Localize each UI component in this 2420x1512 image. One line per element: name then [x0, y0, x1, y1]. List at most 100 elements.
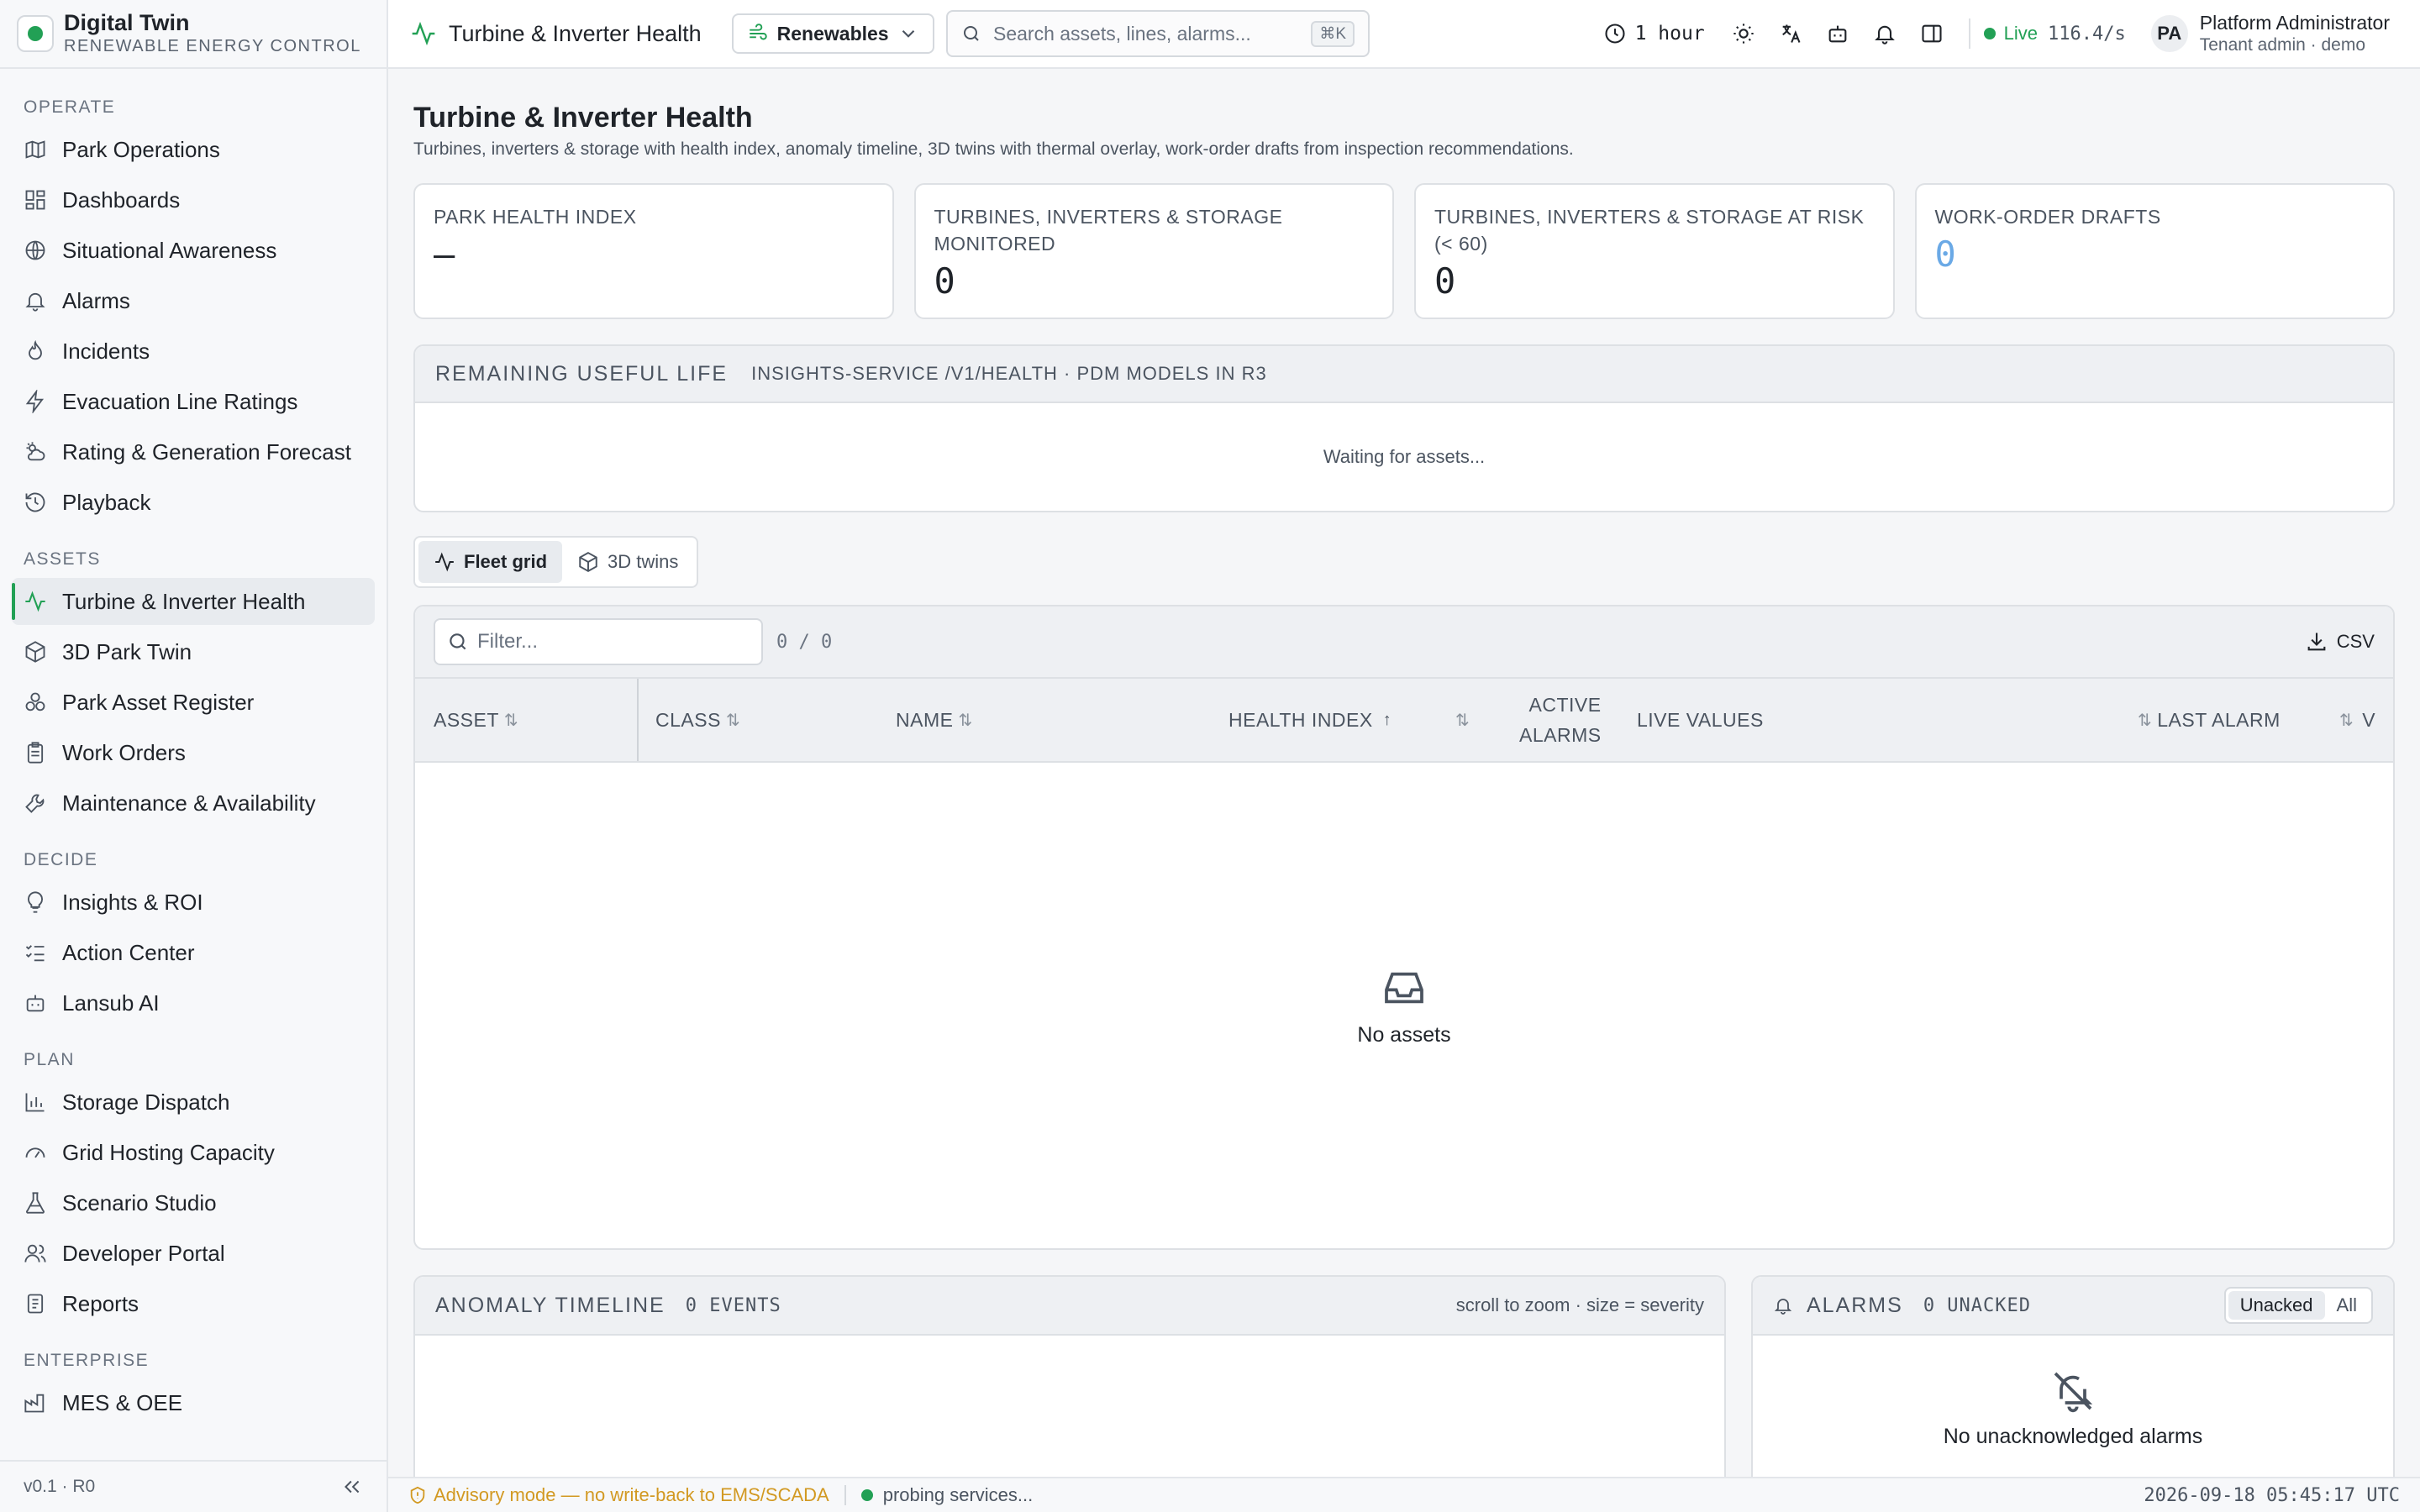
sidebar-item-dashboards[interactable]: Dashboards [12, 176, 375, 223]
sidebar-item-park-asset-register[interactable]: Park Asset Register [12, 679, 375, 726]
rul-empty-state: Waiting for assets... [1323, 446, 1486, 467]
wrench-icon [25, 794, 45, 813]
sidebar-item-alarms[interactable]: Alarms [12, 277, 375, 324]
theme-toggle[interactable] [1720, 10, 1767, 57]
sidebar-item-work-orders[interactable]: Work Orders [12, 729, 375, 776]
col-asset[interactable]: ASSET ⇅ [434, 709, 518, 732]
search-icon [964, 26, 979, 41]
sort-icon: ⇅ [958, 711, 973, 730]
csv-export-button[interactable]: CSV [2305, 630, 2375, 654]
sidebar-item-lansub-ai[interactable]: Lansub AI [12, 979, 375, 1026]
nav-section-assets: ASSETS [24, 549, 101, 569]
sidebar-item-situational-awareness[interactable]: Situational Awareness [12, 227, 375, 274]
col-live-values[interactable]: LIVE VALUES [1637, 709, 1764, 732]
sidebar-item-grid-hosting-capacity[interactable]: Grid Hosting Capacity [12, 1129, 375, 1176]
bell-icon [25, 292, 45, 312]
col-last-alarm[interactable]: ⇅ LAST ALARM [2138, 709, 2281, 732]
sidebar-nav: OPERATE Park Operations Dashboards Situa… [0, 69, 387, 1426]
nav-section-enterprise: ENTERPRISE [24, 1351, 150, 1370]
brand-logo [17, 15, 54, 52]
clipboard-icon [27, 742, 44, 764]
time-range[interactable]: 1 hour [1603, 22, 1705, 45]
search-placeholder: Search assets, lines, alarms... [993, 22, 1251, 45]
sidebar-item-mes-oee[interactable]: MES & OEE [12, 1379, 375, 1426]
domain-select[interactable]: Renewables [731, 13, 934, 54]
sidebar-item-maintenance-availability[interactable]: Maintenance & Availability [12, 780, 375, 827]
col-health-index[interactable]: HEALTH INDEX ↑ [1228, 709, 1392, 732]
sidebar-item-rating-generation-forecast[interactable]: Rating & Generation Forecast [12, 428, 375, 475]
panel-toggle[interactable] [1908, 10, 1955, 57]
sort-asc-icon: ↑ [1382, 710, 1392, 729]
tab-3d-twins[interactable]: 3D twins [562, 541, 693, 583]
bar-chart-icon [25, 1093, 45, 1112]
tab-all[interactable]: All [2325, 1291, 2369, 1320]
language-button[interactable] [1767, 10, 1814, 57]
col-active-alarms[interactable]: ACTIVE ALARMS [1519, 690, 1602, 750]
sidebar-item-incidents[interactable]: Incidents [12, 328, 375, 375]
fleet-grid-panel: Filter... 0 / 0 CSV ASSET ⇅ CLASS ⇅ NAME ⇅ … [413, 605, 2395, 1250]
brand[interactable]: Digital Twin RENEWABLE ENERGY CONTROL [0, 0, 387, 69]
download-icon [2307, 633, 2326, 651]
kpi-work-order-drafts[interactable]: WORK-ORDER DRAFTS 0 [1914, 183, 2395, 319]
panel-icon [1922, 24, 1942, 43]
sun-icon [1733, 24, 1754, 44]
sidebar-item-action-center[interactable]: Action Center [12, 929, 375, 976]
anomaly-header: ANOMALY TIMELINE 0 EVENTS scroll to zoom… [415, 1277, 1724, 1336]
live-dot [1983, 28, 1996, 39]
view-switcher: Fleet grid 3D twins [413, 536, 699, 588]
users-icon [24, 1244, 46, 1263]
top-bar: Turbine & Inverter Health Renewables Sea… [388, 0, 2420, 69]
sidebar-item-insights-roi[interactable]: Insights & ROI [12, 879, 375, 926]
list-checks-icon [25, 945, 45, 962]
bot-icon [1828, 25, 1847, 43]
sidebar-item-3d-park-twin[interactable]: 3D Park Twin [12, 628, 375, 675]
sidebar-item-developer-portal[interactable]: Developer Portal [12, 1230, 375, 1277]
lightning-icon [25, 390, 45, 413]
grid-empty-state: No assets [415, 763, 2393, 1248]
global-search[interactable]: Search assets, lines, alarms... ⌘K [946, 10, 1370, 57]
anomaly-hint: scroll to zoom · size = severity [1455, 1294, 1704, 1315]
col-v[interactable]: ⇅ V [2339, 709, 2375, 732]
status-divider [844, 1485, 846, 1505]
column-divider[interactable] [637, 679, 639, 761]
notifications-button[interactable] [1861, 10, 1908, 57]
sidebar-item-storage-dispatch[interactable]: Storage Dispatch [12, 1079, 375, 1126]
sidebar-item-reports[interactable]: Reports [12, 1280, 375, 1327]
shield-warning-icon [410, 1486, 425, 1504]
user-role: Tenant admin · demo [2199, 35, 2366, 55]
advisory-mode: Advisory mode — no write-back to EMS/SCA… [408, 1484, 829, 1506]
sidebar-item-park-operations[interactable]: Park Operations [12, 126, 375, 173]
page-title: Turbine & Inverter Health [413, 102, 753, 134]
sidebar-item-evacuation-line-ratings[interactable]: Evacuation Line Ratings [12, 378, 375, 425]
filter-input[interactable]: Filter... [434, 618, 763, 665]
topbar-divider [1968, 18, 1970, 49]
anomaly-title: ANOMALY TIMELINE [435, 1293, 666, 1317]
report-icon [27, 1294, 44, 1314]
search-icon [450, 633, 466, 650]
col-name[interactable]: NAME ⇅ [896, 709, 973, 732]
bell-icon [1874, 25, 1895, 45]
avatar[interactable]: PA [2150, 15, 2188, 52]
chevron-down-icon [902, 29, 914, 38]
col-class[interactable]: CLASS ⇅ [655, 709, 740, 732]
alarms-filter-toggle: Unacked All [2223, 1287, 2373, 1324]
tab-fleet-grid[interactable]: Fleet grid [418, 541, 563, 583]
status-bar: Advisory mode — no write-back to EMS/SCA… [388, 1477, 2420, 1512]
sort-icon: ⇅ [503, 711, 519, 730]
cube-icon [579, 552, 597, 572]
collapse-sidebar-icon[interactable] [341, 1476, 363, 1498]
sort-icon: ⇅ [725, 711, 741, 730]
sidebar-item-scenario-studio[interactable]: Scenario Studio [12, 1179, 375, 1226]
col-health-sort[interactable]: ⇅ [1450, 710, 1470, 731]
topbar-title: Turbine & Inverter Health [388, 20, 702, 47]
sidebar-item-turbine-inverter-health[interactable]: Turbine & Inverter Health [12, 578, 375, 625]
assistant-button[interactable] [1814, 10, 1861, 57]
flask-icon [26, 1192, 45, 1214]
boxes-icon [25, 692, 45, 711]
alarms-empty-state: No unacknowledged alarms [1753, 1336, 2393, 1449]
sidebar-item-playback[interactable]: Playback [12, 479, 375, 526]
gauge-icon [25, 1147, 45, 1158]
brand-subtitle: RENEWABLE ENERGY CONTROL [64, 37, 361, 55]
tab-unacked[interactable]: Unacked [2228, 1291, 2325, 1320]
user-menu[interactable]: Platform Administrator Tenant admin · de… [2200, 11, 2390, 56]
